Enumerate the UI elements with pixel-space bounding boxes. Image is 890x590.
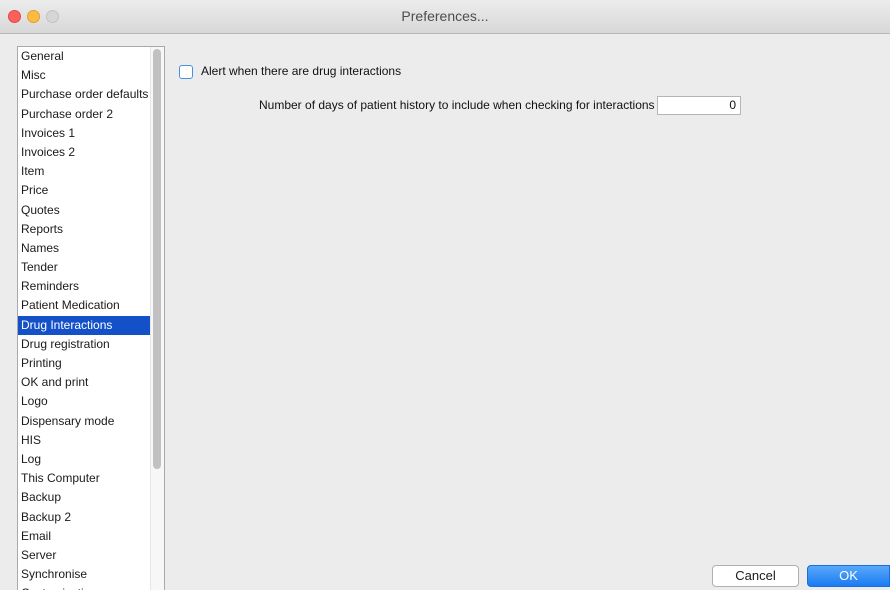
sidebar-item-this-computer[interactable]: This Computer [18,469,152,488]
sidebar-scroll-thumb[interactable] [153,49,161,469]
sidebar-item-invoices-1[interactable]: Invoices 1 [18,124,152,143]
history-days-label: Number of days of patient history to inc… [259,98,655,112]
sidebar-item-drug-interactions[interactable]: Drug Interactions [18,315,152,335]
sidebar-item-customisation[interactable]: Customisation [18,584,152,590]
sidebar-item-email[interactable]: Email [18,527,152,546]
sidebar-item-synchronise[interactable]: Synchronise [18,565,152,584]
sidebar-item-item[interactable]: Item [18,162,152,181]
sidebar-item-tender[interactable]: Tender [18,258,152,277]
sidebar-item-dispensary-mode[interactable]: Dispensary mode [18,412,152,431]
cancel-button[interactable]: Cancel [712,565,799,587]
ok-button[interactable]: OK [807,565,890,587]
sidebar-scrollbar[interactable] [150,47,164,590]
sidebar-item-logo[interactable]: Logo [18,392,152,411]
sidebar-item-quotes[interactable]: Quotes [18,201,152,220]
sidebar-item-purchase-order-2[interactable]: Purchase order 2 [18,105,152,124]
sidebar-item-backup-2[interactable]: Backup 2 [18,508,152,527]
sidebar-item-server[interactable]: Server [18,546,152,565]
sidebar-item-log[interactable]: Log [18,450,152,469]
sidebar-item-reports[interactable]: Reports [18,220,152,239]
sidebar-item-price[interactable]: Price [18,181,152,200]
sidebar-item-printing[interactable]: Printing [18,354,152,373]
sidebar-item-general[interactable]: General [18,47,152,66]
sidebar-item-ok-and-print[interactable]: OK and print [18,373,152,392]
preferences-window: Preferences... General Misc Purchase order… [0,0,890,590]
sidebar-item-reminders[interactable]: Reminders [18,277,152,296]
preferences-sidebar: General Misc Purchase order defaults Purcha… [17,46,165,590]
history-days-input[interactable]: 0 [657,96,741,115]
sidebar-item-misc[interactable]: Misc [18,66,152,85]
sidebar-item-drug-registration[interactable]: Drug registration [18,335,152,354]
sidebar-item-backup[interactable]: Backup [18,488,152,507]
sidebar-list: General Misc Purchase order defaults Purcha… [18,47,152,590]
sidebar-item-purchase-order-defaults[interactable]: Purchase order defaults [18,85,152,104]
title-bar: Preferences... [0,0,890,34]
sidebar-item-his[interactable]: HIS [18,431,152,450]
sidebar-item-patient-medication[interactable]: Patient Medication [18,296,152,315]
window-title: Preferences... [401,8,489,24]
drug-interaction-alert-checkbox[interactable] [179,65,193,79]
drug-interaction-alert-label: Alert when there are drug interactions [201,64,402,78]
sidebar-item-invoices-2[interactable]: Invoices 2 [18,143,152,162]
sidebar-item-names[interactable]: Names [18,239,152,258]
